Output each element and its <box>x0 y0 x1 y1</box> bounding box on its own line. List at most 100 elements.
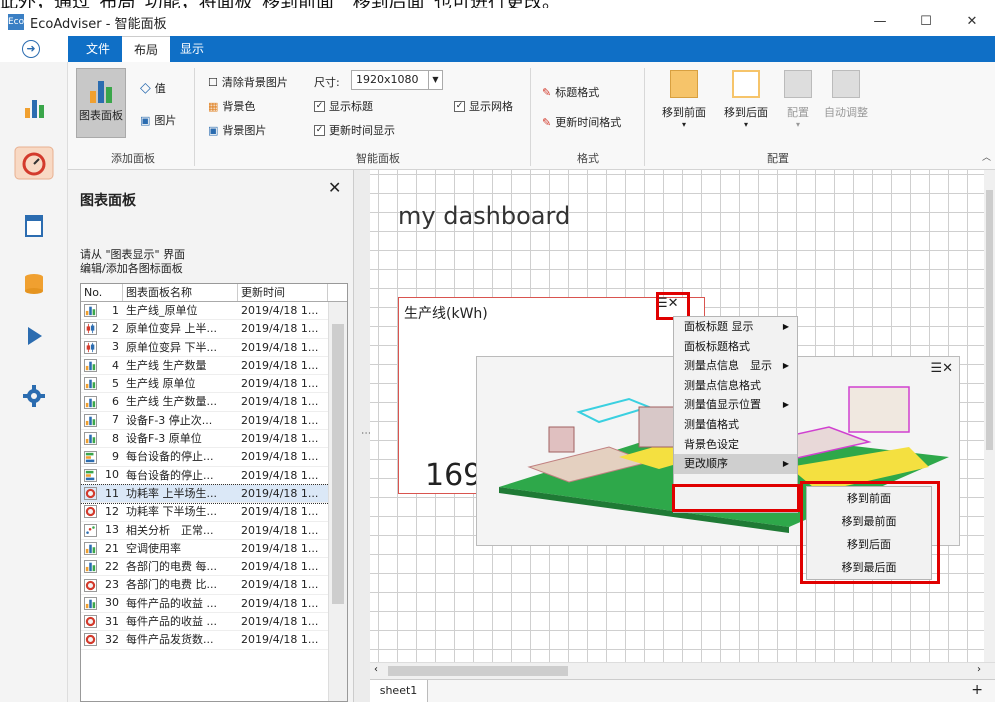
gauge-icon <box>84 615 97 629</box>
collapse-ribbon-icon[interactable]: ︿ <box>982 150 991 163</box>
bar-chart-nav-icon[interactable] <box>22 96 46 120</box>
gauge-icon <box>84 505 97 519</box>
splitter[interactable]: ⋮ <box>354 170 371 702</box>
table-row[interactable]: 6 生产线 生产数量... 2019/4/18 1... <box>81 393 347 412</box>
add-sheet-button[interactable]: + <box>971 682 983 698</box>
table-row[interactable]: 12 功耗率 下半场生... 2019/4/18 1... <box>81 503 347 522</box>
image-button[interactable]: ▣ 图片 <box>140 112 176 128</box>
send-backward-button[interactable]: 移到后面 ▾ <box>716 70 776 129</box>
arrange-button[interactable]: 配置 ▾ <box>780 70 816 129</box>
column-header-time[interactable]: 更新时间 <box>238 284 328 301</box>
title-bar: Eco EcoAdviser - 智能面板 — ☐ ✕ <box>0 8 995 36</box>
vertical-scrollbar[interactable] <box>328 302 347 701</box>
table-row[interactable]: 9 每台设备的停止... 2019/4/18 1... <box>81 448 347 467</box>
row-time: 2019/4/18 1... <box>241 541 319 555</box>
row-number: 30 <box>105 596 119 610</box>
row-name: 空调使用率 <box>126 541 181 555</box>
context-menu-item[interactable]: 测量点信息 显示 ▶ <box>674 356 797 376</box>
row-name: 设备F-3 停止次... <box>126 413 213 427</box>
canvas-vertical-scrollbar[interactable] <box>984 170 995 662</box>
bring-forward-button[interactable]: 移到前面 ▾ <box>654 70 714 129</box>
gauge-nav-icon[interactable] <box>14 146 54 180</box>
table-row[interactable]: 32 每件产品发货数... 2019/4/18 1... <box>81 631 347 650</box>
table-row[interactable]: 5 生产线 原单位 2019/4/18 1... <box>81 375 347 394</box>
document-nav-icon[interactable] <box>22 214 46 238</box>
show-update-time-checkbox[interactable]: ✓ 更新时间显示 <box>314 122 395 138</box>
table-row[interactable]: 11 功耗率 上半场生... 2019/4/18 1... <box>81 483 347 505</box>
tab-file[interactable]: 文件 <box>76 36 120 62</box>
table-row[interactable]: 23 各部门的电费 比... 2019/4/18 1... <box>81 576 347 595</box>
column-header-no[interactable]: No. <box>81 284 123 301</box>
row-number: 1 <box>112 303 119 317</box>
context-menu-item[interactable]: 面板标题格式 <box>674 337 797 357</box>
row-name: 相关分析 正常... <box>126 523 214 537</box>
column-header-name[interactable]: 图表面板名称 <box>123 284 238 301</box>
table-row[interactable]: 10 每台设备的停止... 2019/4/18 1... <box>81 467 347 485</box>
chart-panel-button[interactable]: 图表面板 <box>76 68 126 138</box>
app-logo-icon: Eco <box>8 14 24 30</box>
table-row[interactable]: 30 每件产品的收益 ... 2019/4/18 1... <box>81 595 347 614</box>
gear-icon[interactable] <box>22 384 46 408</box>
table-row[interactable]: 1 生产线_原单位 2019/4/18 1... <box>81 302 347 321</box>
table-row[interactable]: 13 相关分析 正常... 2019/4/18 1... <box>81 522 347 540</box>
context-menu-item[interactable]: 背景色设定 <box>674 435 797 455</box>
candlestick-icon <box>84 340 97 354</box>
table-row[interactable]: 3 原单位变异 下半... 2019/4/18 1... <box>81 339 347 357</box>
forward-nav-icon[interactable]: ➜ <box>22 40 40 58</box>
close-button[interactable]: ✕ <box>949 8 995 36</box>
row-number: 13 <box>105 523 119 537</box>
auto-adjust-button[interactable]: 自动调整 <box>818 70 874 120</box>
table-row[interactable]: 7 设备F-3 停止次... 2019/4/18 1... <box>81 412 347 431</box>
submenu-arrow-icon: ▶ <box>782 322 789 331</box>
bar-chart-icon <box>84 304 97 318</box>
context-menu-item[interactable]: 测量值格式 <box>674 415 797 435</box>
chart-panel-label: 图表面板 <box>79 109 123 122</box>
row-name: 功耗率 上半场生... <box>126 486 217 500</box>
size-select[interactable]: 1920x1080 ▼ <box>351 70 443 90</box>
context-menu-item[interactable]: 更改顺序 ▶ <box>674 454 797 474</box>
scatter-icon <box>84 523 97 537</box>
value-button[interactable]: ◇ 值 <box>140 80 166 96</box>
row-number: 10 <box>105 468 119 482</box>
update-time-format-button[interactable]: ✎ 更新时间格式 <box>542 114 621 130</box>
tab-display[interactable]: 显示 <box>172 36 212 62</box>
close-icon[interactable]: ✕ <box>328 178 341 197</box>
clear-bg-image-button[interactable]: ☐ 清除背景图片 <box>208 74 288 90</box>
bar-chart-icon <box>84 596 97 610</box>
play-nav-icon[interactable] <box>22 324 46 348</box>
panel-table: No. 图表面板名称 更新时间 1 生产线_原单位 2019/4/18 1... 2 原… <box>80 283 348 702</box>
bar-chart-icon <box>84 377 97 391</box>
title-format-button[interactable]: ✎ 标题格式 <box>542 84 599 100</box>
table-row[interactable]: 8 设备F-3 原单位 2019/4/18 1... <box>81 430 347 449</box>
bar-chart-icon <box>84 560 97 574</box>
context-menu-item[interactable]: 测量值显示位置 ▶ <box>674 395 797 415</box>
database-nav-icon[interactable] <box>22 272 46 296</box>
row-number: 31 <box>105 614 119 628</box>
bg-color-button[interactable]: ▦ 背景色 <box>208 98 255 114</box>
show-grid-checkbox[interactable]: ✓ 显示网格 <box>454 98 513 114</box>
minimize-button[interactable]: — <box>857 8 903 36</box>
sheet-tab-1[interactable]: sheet1 <box>370 680 428 702</box>
caption-strip: 此外，通过“布局”功能，将面板“移到前面”“移到后面”也可进行更改。 <box>0 0 995 8</box>
row-time: 2019/4/18 1... <box>241 340 319 354</box>
table-row[interactable]: 4 生产线 生产数量 2019/4/18 1... <box>81 357 347 376</box>
panel-title: 图表面板 <box>80 193 136 209</box>
context-menu-item[interactable]: 测量点信息格式 <box>674 376 797 396</box>
tab-layout[interactable]: 布局 <box>122 36 170 62</box>
sheet-tabs: sheet1 + <box>370 679 995 702</box>
format-brush-icon: ✎ <box>542 85 552 99</box>
bg-image-button[interactable]: ▣ 背景图片 <box>208 122 266 138</box>
bar-chart-icon <box>90 81 112 103</box>
table-row[interactable]: 31 每件产品的收益 ... 2019/4/18 1... <box>81 613 347 632</box>
row-number: 2 <box>112 321 119 335</box>
row-time: 2019/4/18 1... <box>241 322 319 336</box>
context-menu-item[interactable]: 面板标题 显示 ▶ <box>674 317 797 337</box>
table-row[interactable]: 21 空调使用率 2019/4/18 1... <box>81 540 347 559</box>
maximize-button[interactable]: ☐ <box>903 8 949 36</box>
table-row[interactable]: 22 各部门的电费 每... 2019/4/18 1... <box>81 558 347 577</box>
canvas-horizontal-scrollbar[interactable]: ‹ › <box>370 662 995 679</box>
row-number: 22 <box>105 559 119 573</box>
show-title-checkbox[interactable]: ✓ 显示标题 <box>314 98 373 114</box>
table-row[interactable]: 2 原单位变异 上半... 2019/4/18 1... <box>81 320 347 339</box>
auto-adjust-icon <box>832 70 860 98</box>
